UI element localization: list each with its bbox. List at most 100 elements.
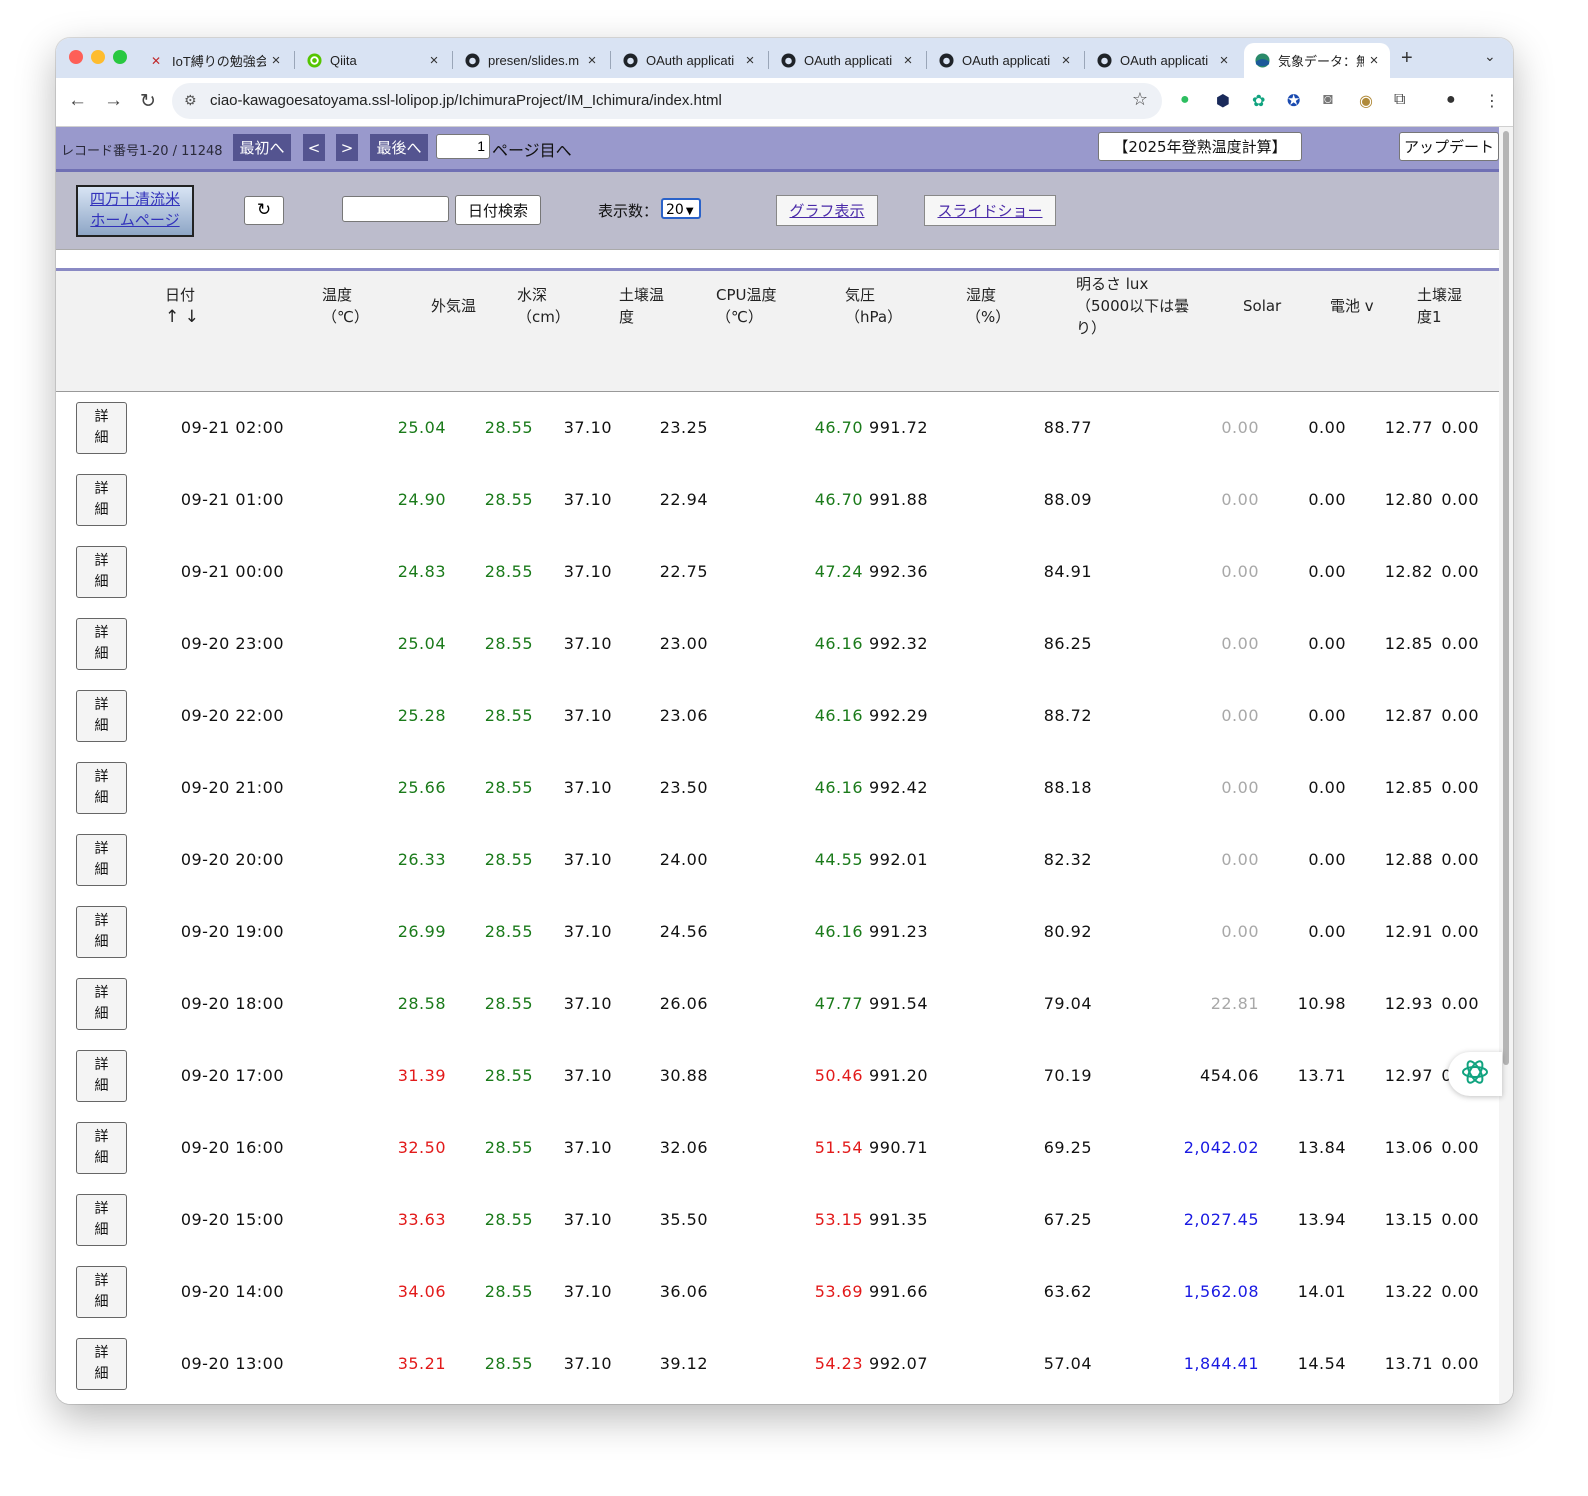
cell-date: 09-20 23:00	[180, 634, 284, 653]
cell-solar: 14.54	[1297, 1354, 1346, 1373]
cell-pressure: 991.66	[869, 1282, 928, 1301]
cell-brightness: 2,027.45	[1183, 1210, 1259, 1229]
tab-7-active[interactable]: 気象データ：無局 ×	[1244, 43, 1390, 78]
forward-arrow-icon[interactable]: →	[104, 90, 123, 112]
cell-humidity: 63.62	[1043, 1282, 1092, 1301]
scrollbar-thumb[interactable]	[1503, 131, 1509, 1065]
tab-search-icon[interactable]: ⌄	[1484, 48, 1496, 65]
tab-4[interactable]: OAuth applicati ×	[770, 43, 924, 78]
detail-button[interactable]: 詳細	[76, 1338, 127, 1390]
maximize-window-button[interactable]	[113, 50, 127, 64]
date-input[interactable]	[342, 196, 449, 222]
close-window-button[interactable]	[69, 50, 83, 64]
cell-solar: 10.98	[1297, 994, 1346, 1013]
header-date[interactable]: 日付 ↑ ↓	[165, 284, 199, 328]
update-button[interactable]: アップデート	[1399, 132, 1499, 161]
next-page-button[interactable]: >	[336, 134, 358, 161]
detail-button[interactable]: 詳細	[76, 618, 127, 670]
detail-button[interactable]: 詳細	[76, 474, 127, 526]
home-link-line1: 四万十清流米	[89, 190, 180, 208]
detail-button[interactable]: 詳細	[76, 690, 127, 742]
cookie-extension-icon[interactable]: ◉	[1359, 91, 1373, 111]
display-count-select[interactable]: 20 ▼	[661, 198, 701, 219]
back-arrow-icon[interactable]: ←	[68, 90, 87, 112]
cell-outside-temp: 28.55	[484, 994, 533, 1013]
bookmark-star-icon[interactable]: ☆	[1132, 89, 1148, 110]
new-tab-button[interactable]: +	[1401, 47, 1413, 70]
cell-pressure: 990.71	[869, 1138, 928, 1157]
tab-6[interactable]: OAuth applicati ×	[1086, 43, 1240, 78]
close-tab-icon[interactable]: ×	[898, 52, 918, 69]
header-humidity: 湿度 （%）	[966, 284, 1010, 328]
cell-battery: 12.93	[1384, 994, 1433, 1013]
detail-button[interactable]: 詳細	[76, 834, 127, 886]
close-tab-icon[interactable]: ×	[1214, 52, 1234, 69]
puzzle-extensions-icon[interactable]: ⧉	[1394, 91, 1405, 109]
cell-soil-temp: 24.00	[659, 850, 708, 869]
cell-water-depth: 37.10	[563, 1210, 612, 1229]
detail-button[interactable]: 詳細	[76, 1266, 127, 1318]
detail-button[interactable]: 詳細	[76, 1194, 127, 1246]
close-tab-icon[interactable]: ×	[266, 52, 286, 69]
page-content: レコード番号1-20 / 11248 最初へ < > 最後へ 1 ページ目へ 【…	[56, 127, 1499, 1404]
cell-date: 09-20 17:00	[180, 1066, 284, 1085]
close-tab-icon[interactable]: ×	[1364, 52, 1384, 69]
camera-extension-icon[interactable]: ◙	[1323, 91, 1333, 109]
table-header: 日付 ↑ ↓ 温度 （℃） 外気温 水深 （cm） 土壌温 度 CPU温度 （℃…	[56, 271, 1499, 392]
table-row: 詳細 09-21 02:00 25.04 28.55 37.10 23.25 46.70 99…	[56, 392, 1499, 465]
close-tab-icon[interactable]: ×	[1056, 52, 1076, 69]
prev-page-button[interactable]: <	[303, 134, 325, 161]
date-search-button[interactable]: 日付検索	[455, 195, 541, 225]
cell-soil-temp: 22.94	[659, 490, 708, 509]
detail-button[interactable]: 詳細	[76, 1122, 127, 1174]
home-page-link[interactable]: 四万十清流米 ホームページ	[76, 185, 194, 237]
calc-temperature-button[interactable]: 【2025年登熟温度計算】	[1098, 132, 1302, 161]
detail-button[interactable]: 詳細	[76, 1050, 127, 1102]
detail-button[interactable]: 詳細	[76, 906, 127, 958]
address-bar[interactable]: ⚙ ciao-kawagoesatoyama.ssl-lolipop.jp/Ic…	[172, 83, 1162, 119]
tab-0[interactable]: ✕ IoT縛りの勉強会! ×	[138, 43, 292, 78]
close-tab-icon[interactable]: ×	[424, 52, 444, 69]
site-settings-icon[interactable]: ⚙	[184, 92, 197, 109]
page-number-input[interactable]: 1	[436, 134, 490, 159]
tab-5[interactable]: OAuth applicati ×	[928, 43, 1082, 78]
refresh-icon[interactable]: ↻	[244, 196, 284, 225]
tab-3[interactable]: OAuth applicati ×	[612, 43, 766, 78]
evernote-extension-icon[interactable]: ●	[1180, 91, 1190, 109]
extension-icon[interactable]: ⬢	[1216, 91, 1230, 111]
extension-icon[interactable]: ✪	[1287, 91, 1300, 111]
detail-button[interactable]: 詳細	[76, 978, 127, 1030]
url-text[interactable]: ciao-kawagoesatoyama.ssl-lolipop.jp/Ichi…	[210, 92, 722, 109]
cell-soil-moisture: 0.00	[1441, 994, 1479, 1013]
chatgpt-extension-icon[interactable]: ✿	[1252, 91, 1265, 111]
cell-battery: 12.87	[1384, 706, 1433, 725]
chatgpt-floating-button[interactable]	[1448, 1052, 1502, 1096]
graph-view-button[interactable]: グラフ表示	[776, 195, 878, 226]
close-tab-icon[interactable]: ×	[740, 52, 760, 69]
detail-button[interactable]: 詳細	[76, 762, 127, 814]
page-scrollbar[interactable]	[1499, 127, 1513, 1404]
menu-kebab-icon[interactable]: ⋮	[1484, 91, 1500, 111]
connpass-icon: ✕	[150, 53, 162, 68]
profile-avatar[interactable]: ●	[1446, 91, 1456, 109]
header-brightness: 明るさ lux （5000以下は曇 り）	[1076, 273, 1189, 339]
tab-2[interactable]: presen/slides.m ×	[454, 43, 608, 78]
first-page-button[interactable]: 最初へ	[233, 134, 291, 161]
github-icon	[938, 53, 954, 69]
cell-cpu-temp: 46.70	[814, 418, 863, 437]
sort-arrows-icon[interactable]: ↑ ↓	[165, 306, 199, 328]
detail-button[interactable]: 詳細	[76, 546, 127, 598]
tab-1[interactable]: Qiita ×	[296, 43, 450, 78]
cell-water-depth: 37.10	[563, 1282, 612, 1301]
last-page-button[interactable]: 最後へ	[370, 134, 428, 161]
close-tab-icon[interactable]: ×	[582, 52, 602, 69]
reload-icon[interactable]: ↻	[140, 90, 156, 113]
detail-button[interactable]: 詳細	[76, 402, 127, 454]
minimize-window-button[interactable]	[91, 50, 105, 64]
slideshow-button[interactable]: スライドショー	[924, 195, 1056, 226]
tab-separator	[1084, 51, 1085, 69]
cell-solar: 0.00	[1308, 706, 1346, 725]
cell-temp: 33.63	[397, 1210, 446, 1229]
cell-date: 09-21 01:00	[180, 490, 284, 509]
cell-water-depth: 37.10	[563, 706, 612, 725]
